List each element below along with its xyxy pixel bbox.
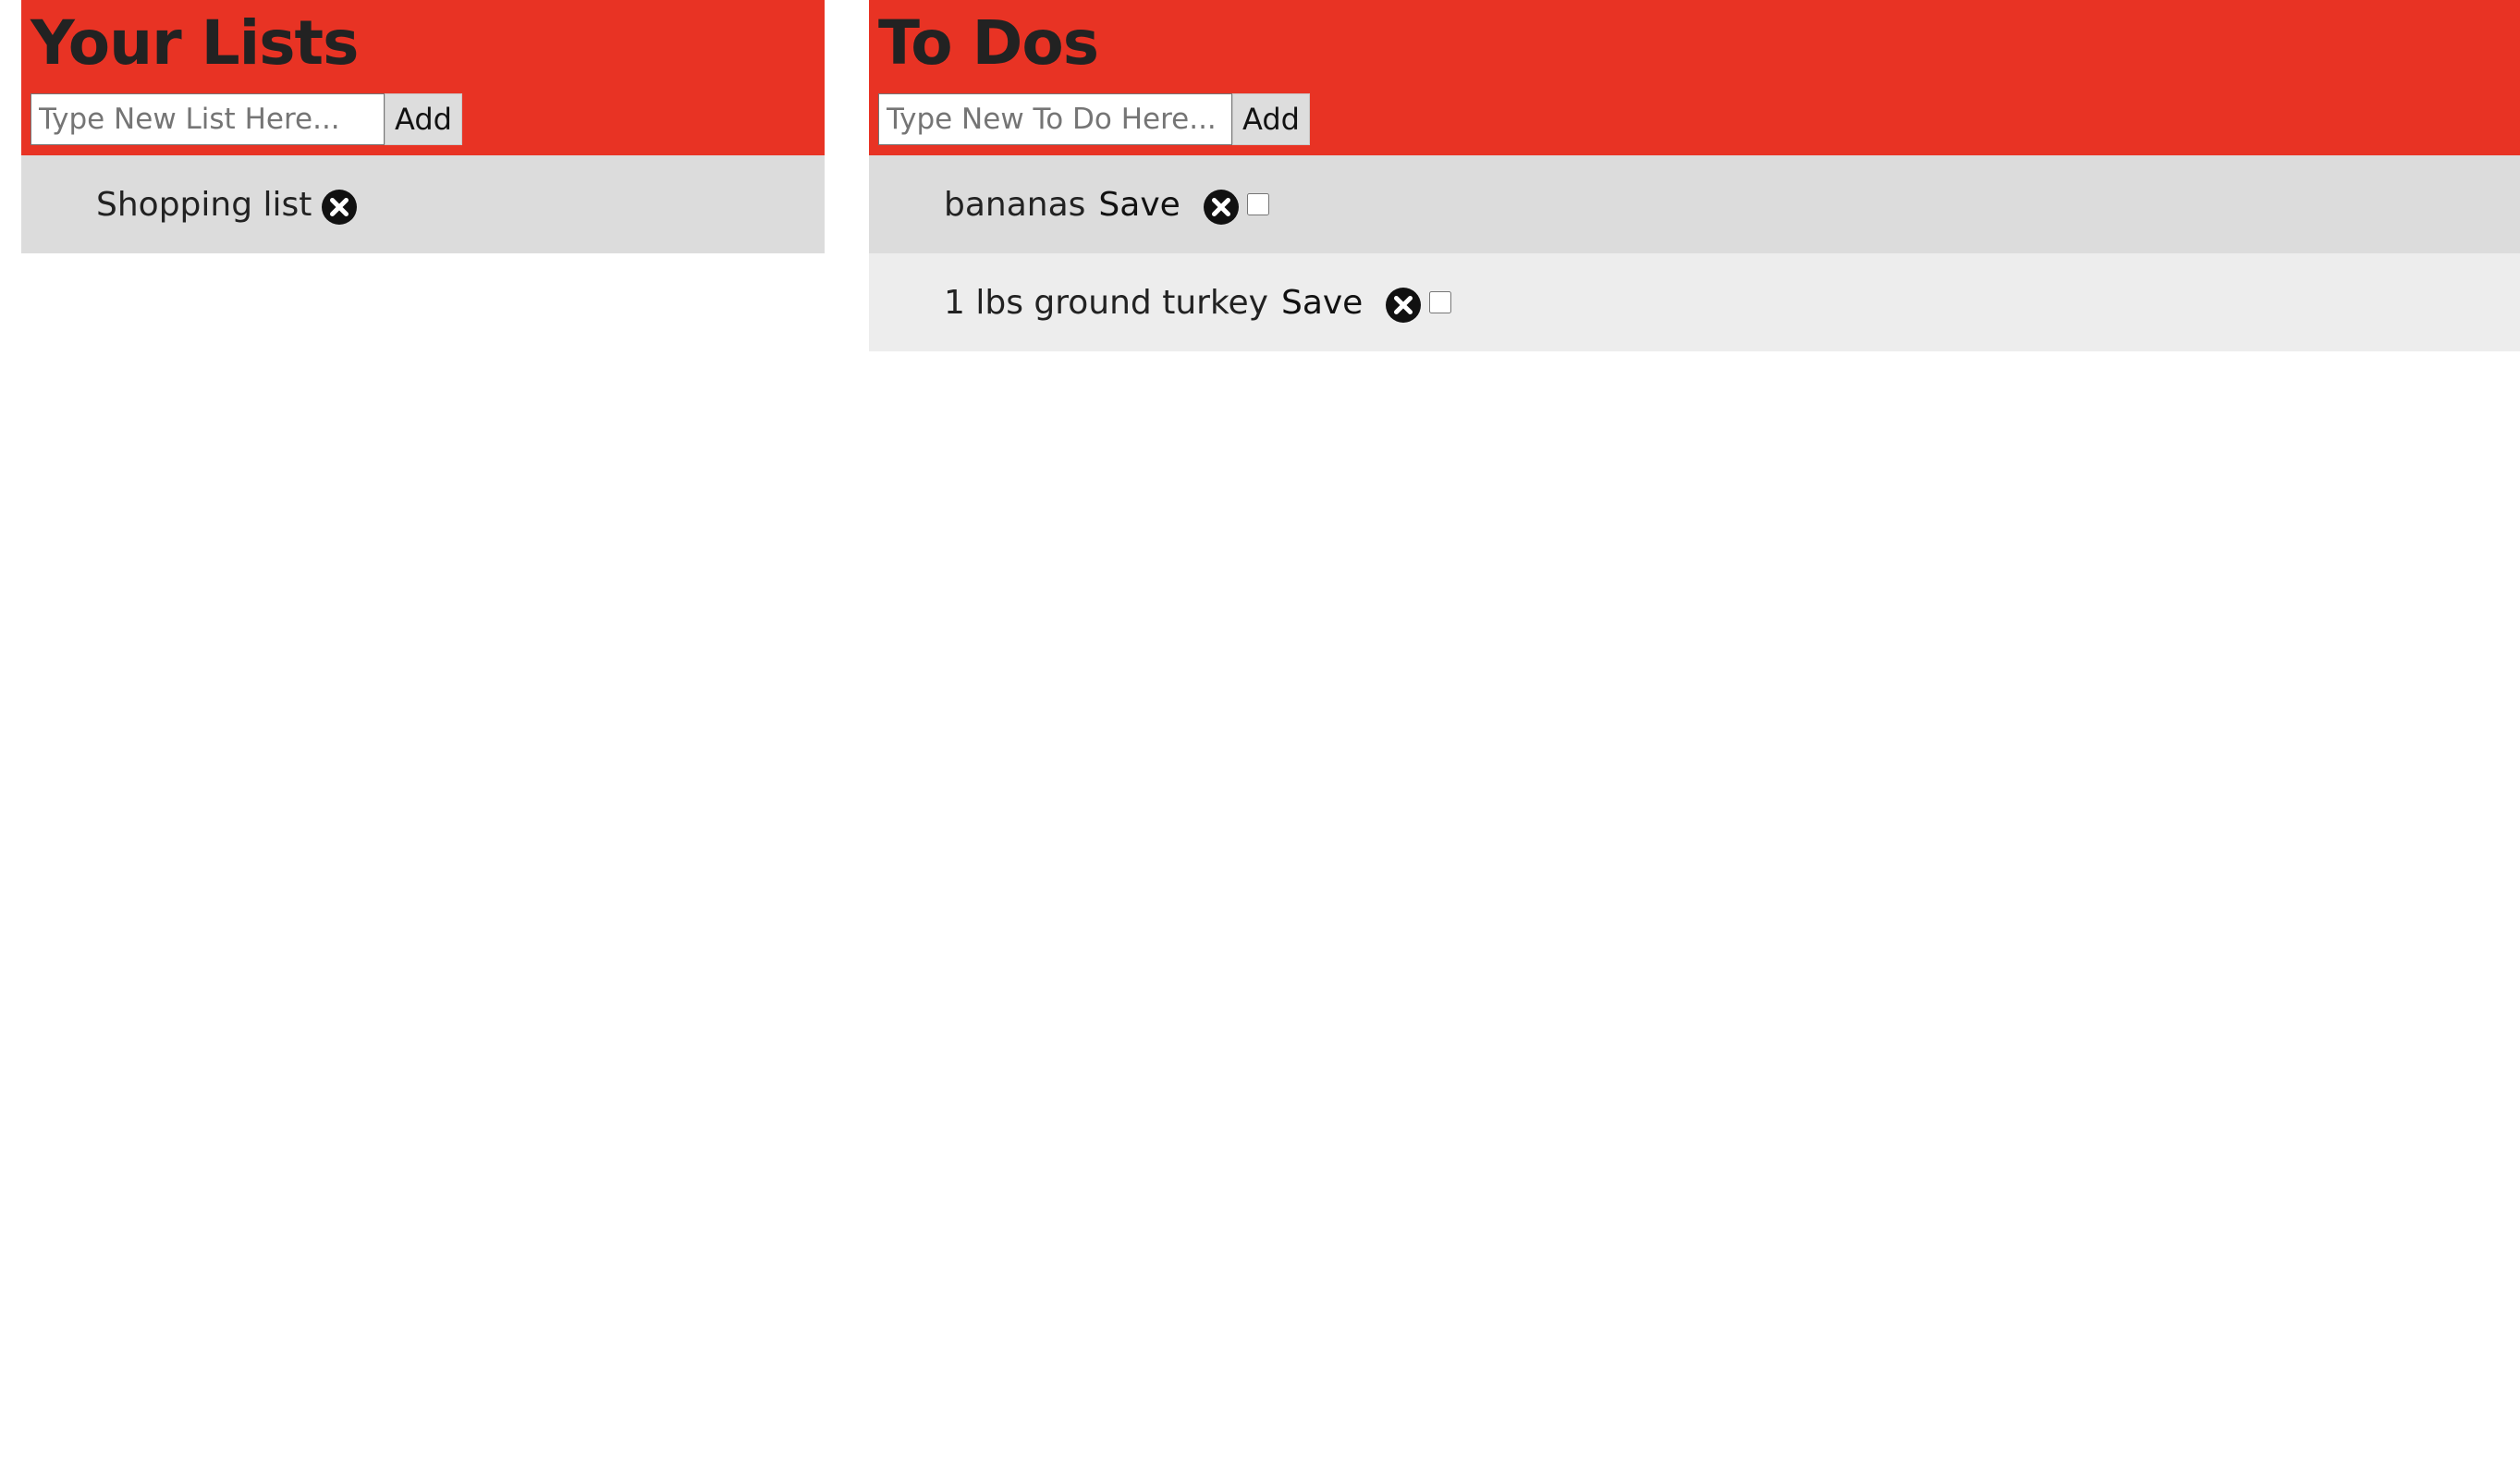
close-circle-icon[interactable] <box>319 187 360 227</box>
todo-item: 1 lbs ground turkey Save <box>869 253 2520 351</box>
save-todo-button[interactable]: Save <box>1098 186 1180 224</box>
todo-item-label[interactable]: bananas <box>944 186 1085 224</box>
new-todo-input[interactable] <box>878 93 1232 145</box>
save-todo-button[interactable]: Save <box>1281 284 1363 322</box>
add-todo-form: Add <box>878 93 1310 145</box>
lists-list: Shopping list <box>21 155 825 253</box>
add-todo-button[interactable]: Add <box>1232 93 1310 145</box>
todos-header: To Dos Add <box>869 0 2520 155</box>
close-circle-icon[interactable] <box>1383 285 1424 325</box>
add-list-button[interactable]: Add <box>385 93 462 145</box>
list-item-label[interactable]: Shopping list <box>96 186 312 224</box>
add-list-form: Add <box>31 93 462 145</box>
todo-item: bananas Save <box>869 155 2520 253</box>
todos-list: bananas Save 1 lbs ground turkey Save <box>869 155 2520 351</box>
lists-header: Your Lists Add <box>21 0 825 155</box>
todo-done-checkbox[interactable] <box>1429 291 1452 313</box>
list-item[interactable]: Shopping list <box>21 155 825 253</box>
new-list-input[interactable] <box>31 93 385 145</box>
close-circle-icon[interactable] <box>1201 187 1242 227</box>
todos-panel: To Dos Add bananas Save 1 lbs ground tur… <box>869 0 2520 351</box>
todos-title: To Dos <box>878 7 1099 79</box>
todo-done-checkbox[interactable] <box>1246 193 1269 215</box>
lists-title: Your Lists <box>31 7 359 79</box>
todo-item-label[interactable]: 1 lbs ground turkey <box>944 284 1268 322</box>
lists-panel: Your Lists Add Shopping list <box>21 0 825 253</box>
